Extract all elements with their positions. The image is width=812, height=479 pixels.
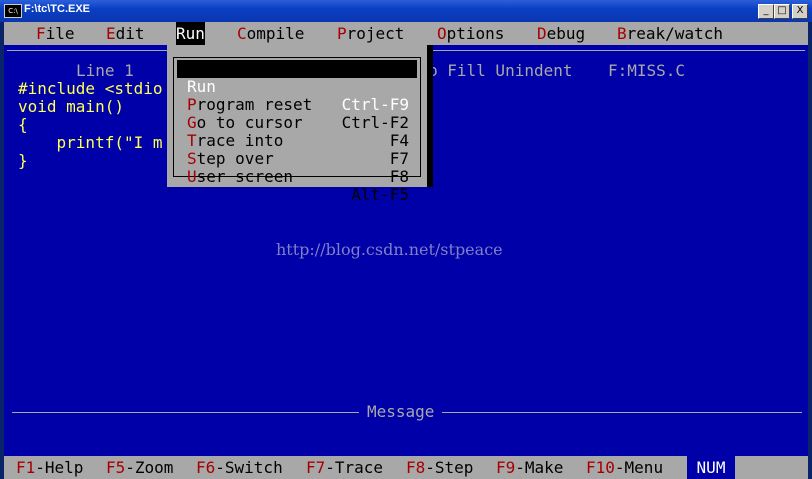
app-icon[interactable]: C:\: [4, 4, 22, 18]
run-menu-item-go-to-cursor[interactable]: Go to cursor F4: [177, 96, 417, 150]
code-line: void main(): [18, 97, 124, 116]
run-menu-item-trace-into[interactable]: Trace into F7: [177, 114, 417, 168]
window-title: F:\tc\TC.EXE: [24, 3, 91, 15]
menu-compile[interactable]: Compile: [237, 22, 304, 45]
watermark: http://blog.csdn.net/stpeace: [276, 240, 503, 259]
menu-options[interactable]: Options: [437, 22, 504, 45]
run-menu-item-user-screen[interactable]: User screen Alt-F5: [177, 150, 417, 204]
close-button[interactable]: X: [792, 4, 808, 19]
window-title-bar[interactable]: C:\ F:\tc\TC.EXE _ □ X: [0, 0, 812, 22]
run-menu-item-program-reset[interactable]: Program reset Ctrl-F2: [177, 78, 417, 132]
menu-edit[interactable]: Edit: [106, 22, 145, 45]
editor-line-indicator: Line 1: [76, 61, 134, 80]
minimize-button[interactable]: _: [758, 4, 774, 19]
run-menu-dropdown: Run Ctrl-F9 Program reset Ctrl-F2 Go to …: [167, 45, 427, 204]
fkey-switch[interactable]: F6-Switch: [196, 456, 283, 479]
function-key-bar: F1-Help F5-Zoom F6-Switch F7-Trace F8-St…: [4, 456, 808, 479]
editor-mode-flags: b Fill Unindent: [428, 61, 573, 80]
menu-run[interactable]: Run: [176, 22, 205, 45]
fkey-help[interactable]: F1-Help: [16, 456, 83, 479]
code-line: #include <stdio: [18, 79, 163, 98]
shortcut-label: F8: [389, 167, 409, 186]
fkey-trace[interactable]: F7-Trace: [306, 456, 383, 479]
code-line: printf("I m: [18, 133, 163, 152]
shortcut-label: Alt-F5: [351, 185, 409, 204]
menu-debug[interactable]: Debug: [537, 22, 585, 45]
code-line: {: [18, 115, 28, 134]
num-lock-indicator: NUM: [687, 456, 735, 479]
fkey-make[interactable]: F9-Make: [496, 456, 563, 479]
run-menu-item-step-over[interactable]: Step over F8: [177, 132, 417, 186]
code-line: }: [18, 151, 28, 170]
turbo-c-window: File Edit Run Compile Project Options De…: [4, 22, 808, 479]
menu-break-watch[interactable]: Break/watch: [617, 22, 723, 45]
message-label: Message: [359, 402, 443, 421]
maximize-button[interactable]: □: [774, 4, 790, 19]
menu-bar: File Edit Run Compile Project Options De…: [4, 22, 808, 45]
fkey-step[interactable]: F8-Step: [406, 456, 473, 479]
menu-file[interactable]: File: [36, 22, 75, 45]
fkey-menu[interactable]: F10-Menu: [586, 456, 663, 479]
run-menu-item-run[interactable]: Run Ctrl-F9: [177, 60, 417, 114]
run-menu-box: Run Ctrl-F9 Program reset Ctrl-F2 Go to …: [173, 57, 421, 204]
editor-filename: F:MISS.C: [608, 61, 686, 80]
menu-project[interactable]: Project: [337, 22, 404, 45]
fkey-zoom[interactable]: F5-Zoom: [106, 456, 173, 479]
